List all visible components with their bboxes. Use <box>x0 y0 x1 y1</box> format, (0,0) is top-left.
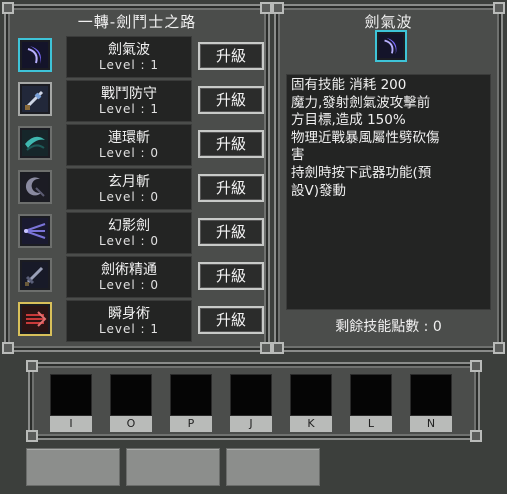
hotkey-slot[interactable]: L <box>350 374 392 432</box>
skill-level: Level : 0 <box>99 278 159 292</box>
remaining-skill-points: 剩餘技能點數 : 0 <box>335 319 442 335</box>
skill-description: 固有技能 消耗 200 魔力,發射劍氣波攻擊前 方目標,造成 150% 物理近戰… <box>286 74 491 310</box>
bottom-tab-button[interactable] <box>126 448 220 486</box>
upgrade-button[interactable]: 升級 <box>198 174 264 202</box>
phantom-sword-icon[interactable] <box>18 214 52 248</box>
skill-name: 幻影劍 <box>108 218 150 234</box>
skill-info: 幻影劍 Level : 0 <box>66 212 192 254</box>
skill-level: Level : 1 <box>99 58 159 72</box>
skill-name: 玄月斬 <box>108 174 150 190</box>
upgrade-button[interactable]: 升級 <box>198 130 264 158</box>
bottom-tab-button[interactable] <box>26 448 120 486</box>
upgrade-button[interactable]: 升級 <box>198 86 264 114</box>
skill-name: 瞬身術 <box>108 306 150 322</box>
upgrade-button[interactable]: 升級 <box>198 218 264 246</box>
upgrade-button[interactable]: 升級 <box>198 262 264 290</box>
hotkey-slot-box[interactable] <box>110 374 152 416</box>
hotkey-slot[interactable]: I <box>50 374 92 432</box>
hotkey-label: J <box>230 416 272 432</box>
skill-level: Level : 0 <box>99 190 159 204</box>
panel-corner <box>26 430 38 442</box>
crescent-slash-icon[interactable] <box>18 38 52 72</box>
hotkey-label: I <box>50 416 92 432</box>
dash-icon[interactable] <box>18 302 52 336</box>
hotkey-slot-box[interactable] <box>410 374 452 416</box>
skill-detail-panel: 劍氣波 固有技能 消耗 200 魔力,發射劍氣波攻擊前 方目標,造成 150% … <box>272 2 505 354</box>
hotkey-slot[interactable]: P <box>170 374 212 432</box>
hotkey-bar: I O P J K L N <box>26 360 482 442</box>
skill-name: 連環斬 <box>108 130 150 146</box>
hotkey-slot[interactable]: O <box>110 374 152 432</box>
moon-slash-icon[interactable] <box>18 170 52 204</box>
skill-info: 瞬身術 Level : 1 <box>66 300 192 342</box>
hotkey-slot[interactable]: J <box>230 374 272 432</box>
hotkey-slot-box[interactable] <box>50 374 92 416</box>
skill-tree-title: 一轉-劍鬥士之路 <box>77 13 197 31</box>
hotkey-label: K <box>290 416 332 432</box>
panel-corner <box>272 342 284 354</box>
upgrade-button[interactable]: 升級 <box>198 306 264 334</box>
bottom-tab-button[interactable] <box>226 448 320 486</box>
skill-name: 劍氣波 <box>108 42 150 58</box>
skill-row: 劍氣波 Level : 1 升級 <box>18 36 268 78</box>
hotkey-label: L <box>350 416 392 432</box>
hotkey-label: P <box>170 416 212 432</box>
skill-row: 劍術精通 Level : 0 升級 <box>18 256 268 298</box>
skill-name: 戰鬥防守 <box>101 86 157 102</box>
sword-mastery-icon[interactable] <box>18 258 52 292</box>
skill-info: 玄月斬 Level : 0 <box>66 168 192 210</box>
skill-row: 玄月斬 Level : 0 升級 <box>18 168 268 210</box>
hotkey-slot-box[interactable] <box>350 374 392 416</box>
hotkey-slot-box[interactable] <box>170 374 212 416</box>
skill-info: 劍術精通 Level : 0 <box>66 256 192 298</box>
skill-row: 瞬身術 Level : 1 升級 <box>18 300 268 342</box>
detail-title: 劍氣波 <box>364 13 413 31</box>
skill-level: Level : 1 <box>99 102 159 116</box>
skill-level: Level : 0 <box>99 234 159 248</box>
panel-corner <box>2 342 14 354</box>
skill-tree-panel: 一轉-劍鬥士之路 劍氣波 Level : 1 升級 戰鬥防守 Level : 1… <box>2 2 272 354</box>
panel-corner <box>26 360 38 372</box>
chain-slash-icon[interactable] <box>18 126 52 160</box>
upgrade-button[interactable]: 升級 <box>198 42 264 70</box>
sword-guard-icon[interactable] <box>18 82 52 116</box>
skill-row: 幻影劍 Level : 0 升級 <box>18 212 268 254</box>
skill-name: 劍術精通 <box>101 262 157 278</box>
panel-corner <box>260 342 272 354</box>
skill-level: Level : 1 <box>99 322 159 336</box>
panel-corner <box>493 342 505 354</box>
hotkey-label: O <box>110 416 152 432</box>
hotkey-label: N <box>410 416 452 432</box>
hotkey-slot[interactable]: N <box>410 374 452 432</box>
crescent-slash-icon <box>375 30 407 62</box>
skill-row: 連環斬 Level : 0 升級 <box>18 124 268 166</box>
hotkey-slot[interactable]: K <box>290 374 332 432</box>
panel-corner <box>470 360 482 372</box>
skill-row: 戰鬥防守 Level : 1 升級 <box>18 80 268 122</box>
hotkey-slot-box[interactable] <box>290 374 332 416</box>
panel-corner <box>470 430 482 442</box>
skill-info: 連環斬 Level : 0 <box>66 124 192 166</box>
skill-level: Level : 0 <box>99 146 159 160</box>
skill-info: 戰鬥防守 Level : 1 <box>66 80 192 122</box>
hotkey-slot-box[interactable] <box>230 374 272 416</box>
skill-info: 劍氣波 Level : 1 <box>66 36 192 78</box>
